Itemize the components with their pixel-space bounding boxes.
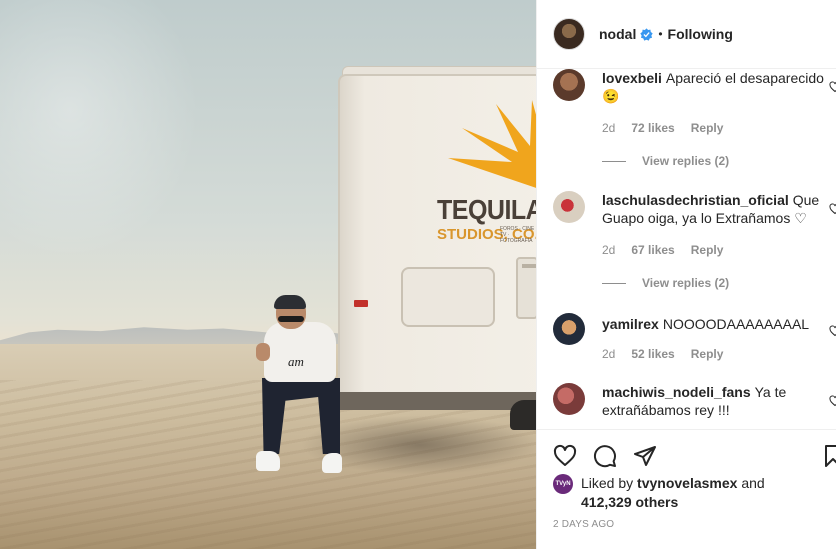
- replies-divider: [602, 160, 626, 162]
- comment-meta: 2d 72 likes Reply: [602, 121, 723, 135]
- heart-icon[interactable]: [553, 444, 577, 468]
- trailer-wheel: [510, 400, 536, 430]
- comment-like-icon[interactable]: [829, 325, 836, 337]
- side-panel: nodal • Following lovexbeli Apareció el d…: [536, 0, 836, 549]
- post-timestamp[interactable]: 2 DAYS AGO: [553, 519, 614, 530]
- comment-username[interactable]: yamilrex: [602, 316, 659, 332]
- post-view: TEQUILA FILM STUDIOS, CO. FOROS · CINE ·…: [0, 0, 836, 549]
- liked-by-conj: and: [741, 475, 765, 491]
- view-replies-button[interactable]: View replies (2): [602, 154, 729, 168]
- comment-likes[interactable]: 67 likes: [631, 243, 674, 257]
- comments-list[interactable]: lovexbeli Apareció el desaparecido😉 2d 72…: [537, 69, 836, 429]
- comment-like-icon[interactable]: [829, 203, 836, 215]
- person-body: [264, 322, 336, 382]
- liker-avatar[interactable]: TVyN: [553, 474, 573, 494]
- comment-likes[interactable]: 52 likes: [631, 347, 674, 361]
- liker-username[interactable]: tvynovelasmex: [637, 475, 737, 491]
- comment-username[interactable]: lovexbeli: [602, 70, 662, 86]
- replies-divider: [602, 282, 626, 284]
- commenter-avatar[interactable]: [553, 69, 585, 101]
- comment-like-icon[interactable]: [829, 395, 836, 407]
- sky-glare: [0, 0, 200, 260]
- trailer-base: [336, 392, 536, 410]
- post-actions: TVyN Liked by tvynovelasmex and 412,329 …: [537, 429, 836, 549]
- reply-button[interactable]: Reply: [691, 121, 724, 135]
- share-icon[interactable]: [633, 444, 657, 468]
- bookmark-icon[interactable]: [821, 444, 836, 468]
- view-replies-label: View replies (2): [642, 154, 730, 168]
- likes-count[interactable]: 412,329 others: [581, 494, 678, 510]
- reply-button[interactable]: Reply: [691, 243, 724, 257]
- trailer-reflector: [354, 300, 368, 307]
- person-hand: [256, 343, 270, 361]
- comment-age[interactable]: 2d: [602, 243, 615, 257]
- comment-likes[interactable]: 72 likes: [631, 121, 674, 135]
- trailer-vent: [522, 264, 536, 268]
- view-replies-label: View replies (2): [642, 276, 730, 290]
- comment-username[interactable]: laschulasdechristian_oficial: [602, 192, 789, 208]
- left-shoe: [256, 451, 280, 471]
- comment-body: lovexbeli Apareció el desaparecido😉: [602, 69, 832, 105]
- liked-by-row: TVyN Liked by tvynovelasmex and 412,329 …: [553, 474, 765, 512]
- commenter-avatar[interactable]: [553, 383, 585, 415]
- post-photo[interactable]: TEQUILA FILM STUDIOS, CO. FOROS · CINE ·…: [0, 0, 536, 549]
- trailer-tiny-text: FOROS · CINE · TV · FOTOGRAFÍA: [500, 226, 536, 244]
- comment-age[interactable]: 2d: [602, 121, 615, 135]
- author-username[interactable]: nodal: [599, 26, 636, 42]
- reply-button[interactable]: Reply: [691, 347, 724, 361]
- comment-icon[interactable]: [593, 444, 617, 468]
- header-separator: •: [658, 27, 663, 41]
- post-header: nodal • Following: [537, 0, 836, 69]
- sun-logo: [448, 100, 536, 188]
- author-avatar[interactable]: [553, 18, 585, 50]
- view-replies-button[interactable]: View replies (2): [602, 276, 729, 290]
- right-shoe: [322, 453, 342, 473]
- comment-age[interactable]: 2d: [602, 347, 615, 361]
- tshirt-print: am: [288, 354, 304, 369]
- comment-body: machiwis_nodeli_fans Ya te extrañábamos r…: [602, 383, 832, 419]
- verified-badge-icon: [640, 27, 654, 41]
- comment-meta: 2d 52 likes Reply: [602, 347, 723, 361]
- comment-like-icon[interactable]: [829, 81, 836, 93]
- comment-username[interactable]: machiwis_nodeli_fans: [602, 384, 751, 400]
- person-glasses: [278, 316, 304, 322]
- liked-by-prefix: Liked by: [581, 475, 634, 491]
- trailer-brand-text: TEQUILA FILM: [437, 194, 536, 226]
- comment-body: laschulasdechristian_oficial Que Guapo oi…: [602, 191, 832, 227]
- commenter-avatar[interactable]: [553, 191, 585, 223]
- person-cap: [274, 295, 306, 309]
- comment-body: yamilrex NOOOODAAAAAAAAL: [602, 315, 832, 333]
- commenter-avatar[interactable]: [553, 313, 585, 345]
- following-button[interactable]: Following: [668, 26, 733, 42]
- liked-by-text: Liked by tvynovelasmex and 412,329 other…: [581, 474, 765, 512]
- comment-text: NOOOODAAAAAAAAL: [662, 316, 810, 332]
- comment-meta: 2d 67 likes Reply: [602, 243, 723, 257]
- trailer-window: [401, 267, 495, 327]
